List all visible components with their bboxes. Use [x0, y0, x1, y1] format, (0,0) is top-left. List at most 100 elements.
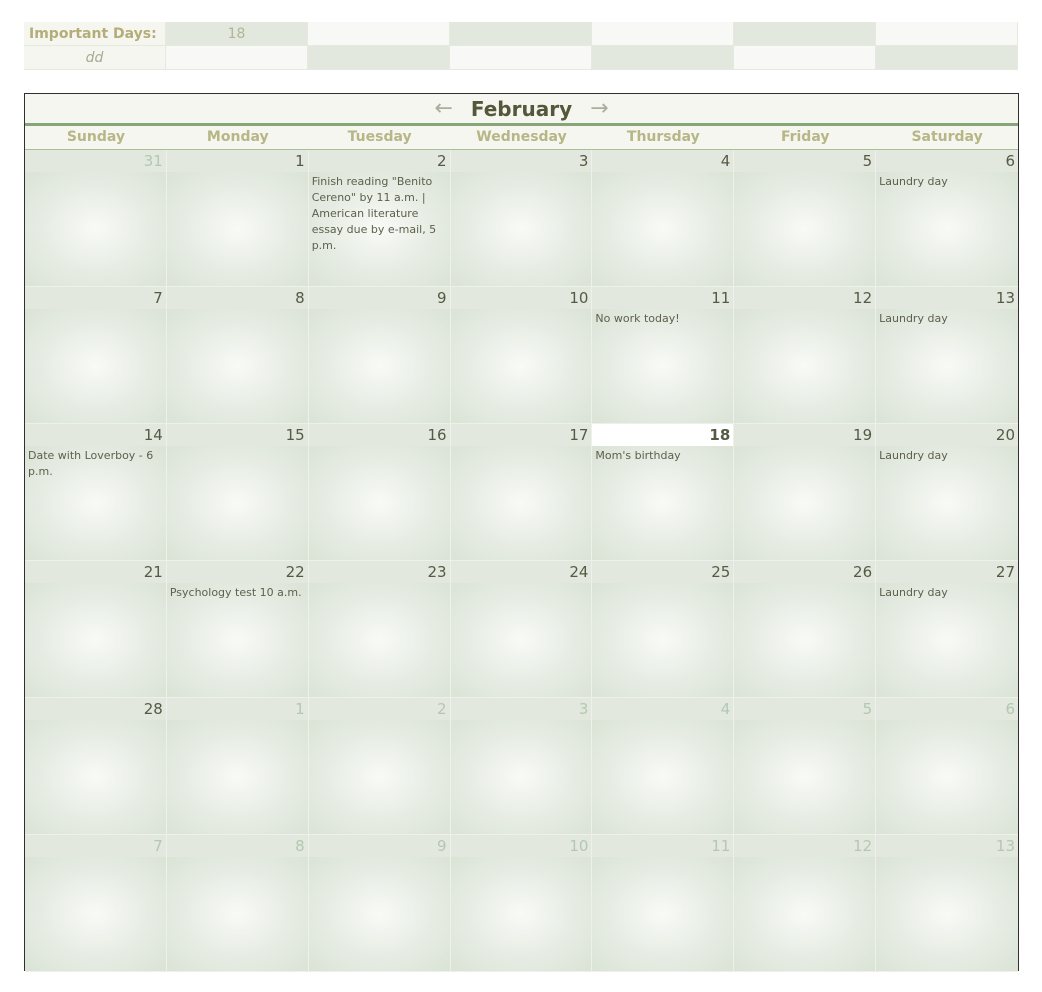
- calendar-day-cell[interactable]: 27 Laundry day: [876, 561, 1018, 698]
- day-notes-area[interactable]: [450, 583, 592, 697]
- calendar-day-cell[interactable]: 11: [592, 835, 735, 972]
- day-notes-area[interactable]: [734, 309, 876, 423]
- calendar-day-cell[interactable]: 8: [166, 287, 309, 424]
- calendar-day-cell[interactable]: 26: [734, 561, 877, 698]
- day-notes-area[interactable]: [166, 309, 308, 423]
- calendar-day-cell[interactable]: 5: [734, 150, 877, 287]
- left-arrow-icon[interactable]: ←: [434, 97, 452, 120]
- calendar-day-cell[interactable]: 1: [166, 698, 309, 835]
- calendar-day-cell[interactable]: 10: [450, 835, 593, 972]
- calendar-day-cell[interactable]: 19: [734, 424, 877, 561]
- day-notes-area[interactable]: [876, 720, 1018, 834]
- day-notes-area[interactable]: [876, 857, 1018, 971]
- calendar-day-cell[interactable]: 21: [25, 561, 167, 698]
- calendar-day-cell[interactable]: 16: [308, 424, 451, 561]
- day-notes-area[interactable]: [734, 857, 876, 971]
- day-notes-area[interactable]: [734, 446, 876, 560]
- calendar-day-cell[interactable]: 2: [308, 698, 451, 835]
- calendar-day-cell[interactable]: 11 No work today!: [592, 287, 735, 424]
- day-notes-area[interactable]: [450, 309, 592, 423]
- calendar-day-cell[interactable]: 23: [308, 561, 451, 698]
- calendar-day-cell[interactable]: 12: [734, 835, 877, 972]
- right-arrow-icon[interactable]: →: [590, 97, 608, 120]
- day-notes-area[interactable]: [25, 857, 166, 971]
- day-notes-area[interactable]: [450, 446, 592, 560]
- day-notes-area[interactable]: [450, 172, 592, 286]
- important-day-cell[interactable]: [734, 46, 876, 70]
- important-day-6[interactable]: [876, 22, 1018, 46]
- day-notes-area[interactable]: Laundry day: [876, 309, 1018, 423]
- important-day-cell[interactable]: [308, 46, 450, 70]
- day-notes-area[interactable]: [308, 857, 450, 971]
- important-day-cell[interactable]: [592, 46, 734, 70]
- calendar-day-cell[interactable]: 12: [734, 287, 877, 424]
- day-notes-area[interactable]: [734, 583, 876, 697]
- calendar-day-cell[interactable]: 5: [734, 698, 877, 835]
- calendar-day-cell[interactable]: 10: [450, 287, 593, 424]
- calendar-day-cell[interactable]: 14 Date with Loverboy - 6 p.m.: [25, 424, 167, 561]
- day-notes-area[interactable]: [734, 172, 876, 286]
- important-day-5[interactable]: [734, 22, 876, 46]
- day-notes-area[interactable]: [592, 857, 734, 971]
- calendar-day-cell[interactable]: 4: [592, 698, 735, 835]
- day-notes-area[interactable]: [592, 720, 734, 834]
- day-notes-area[interactable]: Finish reading "Benito Cereno" by 11 a.m…: [308, 172, 450, 286]
- day-notes-area[interactable]: Laundry day: [876, 172, 1018, 286]
- day-notes-area[interactable]: [592, 172, 734, 286]
- calendar-day-cell[interactable]: 7: [25, 835, 167, 972]
- calendar-day-cell[interactable]: 18 Mom's birthday: [592, 424, 735, 561]
- day-notes-area[interactable]: Laundry day: [876, 583, 1018, 697]
- important-day-1[interactable]: 18: [166, 22, 308, 46]
- calendar-day-cell[interactable]: 3: [450, 698, 593, 835]
- calendar-day-cell[interactable]: 28: [25, 698, 167, 835]
- important-day-2[interactable]: [308, 22, 450, 46]
- day-notes-area[interactable]: [166, 720, 308, 834]
- calendar-day-cell[interactable]: 8: [166, 835, 309, 972]
- calendar-day-cell[interactable]: 7: [25, 287, 167, 424]
- day-notes-area[interactable]: [25, 172, 166, 286]
- calendar-day-cell[interactable]: 2 Finish reading "Benito Cereno" by 11 a.…: [308, 150, 451, 287]
- day-notes-area[interactable]: No work today!: [592, 309, 734, 423]
- calendar-day-cell[interactable]: 24: [450, 561, 593, 698]
- important-day-cell[interactable]: [876, 46, 1018, 70]
- day-notes-area[interactable]: [450, 857, 592, 971]
- important-day-3[interactable]: [450, 22, 592, 46]
- day-notes-area[interactable]: [308, 309, 450, 423]
- day-notes-area[interactable]: Laundry day: [876, 446, 1018, 560]
- important-day-4[interactable]: [592, 22, 734, 46]
- day-notes-area[interactable]: [450, 720, 592, 834]
- day-notes-area[interactable]: [734, 720, 876, 834]
- calendar-day-cell[interactable]: 4: [592, 150, 735, 287]
- calendar-day-cell[interactable]: 15: [166, 424, 309, 561]
- day-notes-area[interactable]: [308, 446, 450, 560]
- day-notes-area[interactable]: [592, 583, 734, 697]
- day-notes-area[interactable]: [166, 172, 308, 286]
- day-number: 19: [734, 424, 876, 446]
- day-notes-area[interactable]: [166, 857, 308, 971]
- calendar-day-cell[interactable]: 1: [166, 150, 309, 287]
- day-notes-area[interactable]: Mom's birthday: [592, 446, 734, 560]
- calendar-day-cell[interactable]: 20 Laundry day: [876, 424, 1018, 561]
- important-day-cell[interactable]: [450, 46, 592, 70]
- day-notes-area[interactable]: [308, 583, 450, 697]
- calendar-day-cell[interactable]: 13: [876, 835, 1018, 972]
- today-day-number: 18: [592, 424, 734, 446]
- calendar-day-cell[interactable]: 31: [25, 150, 167, 287]
- day-notes-area[interactable]: [25, 720, 166, 834]
- calendar-day-cell[interactable]: 25: [592, 561, 735, 698]
- calendar-day-cell[interactable]: 6 Laundry day: [876, 150, 1018, 287]
- day-notes-area[interactable]: [166, 446, 308, 560]
- day-notes-area[interactable]: [25, 309, 166, 423]
- calendar-day-cell[interactable]: 6: [876, 698, 1018, 835]
- day-notes-area[interactable]: Date with Loverboy - 6 p.m.: [25, 446, 166, 560]
- calendar-day-cell[interactable]: 9: [308, 287, 451, 424]
- day-notes-area[interactable]: Psychology test 10 a.m.: [166, 583, 308, 697]
- calendar-day-cell[interactable]: 3: [450, 150, 593, 287]
- calendar-day-cell[interactable]: 13 Laundry day: [876, 287, 1018, 424]
- calendar-day-cell[interactable]: 22 Psychology test 10 a.m.: [166, 561, 309, 698]
- important-day-cell[interactable]: [166, 46, 308, 70]
- calendar-day-cell[interactable]: 17: [450, 424, 593, 561]
- calendar-day-cell[interactable]: 9: [308, 835, 451, 972]
- day-notes-area[interactable]: [25, 583, 166, 697]
- day-notes-area[interactable]: [308, 720, 450, 834]
